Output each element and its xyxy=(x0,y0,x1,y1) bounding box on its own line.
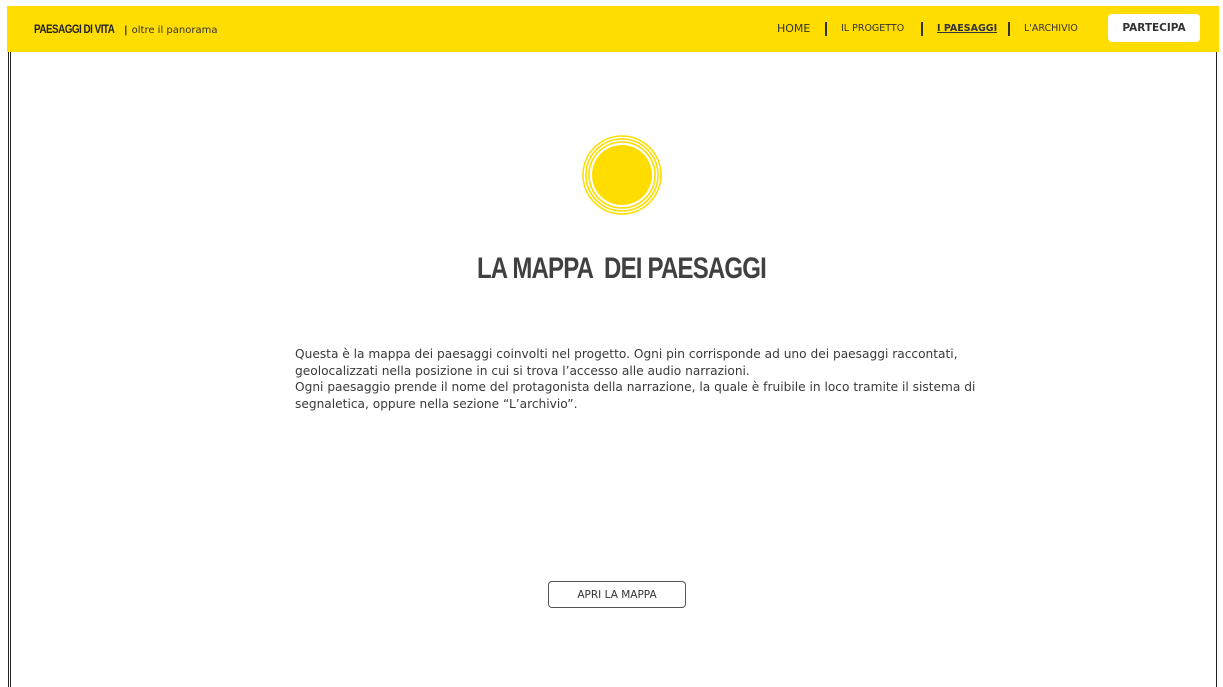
partecipa-button[interactable]: PARTECIPA xyxy=(1108,14,1200,42)
nav-divider xyxy=(1008,22,1010,36)
nav-item-archivio[interactable]: L'ARCHIVIO xyxy=(1024,20,1078,38)
intro-paragraph: Ogni paesaggio prende il nome del protag… xyxy=(295,380,976,411)
nav-divider xyxy=(921,22,923,36)
open-map-button[interactable]: APRI LA MAPPA xyxy=(548,581,686,608)
sun-icon xyxy=(582,135,662,215)
left-border xyxy=(8,52,9,687)
main-nav: HOME IL PROGETTO I PAESAGGI L'ARCHIVIO xyxy=(7,20,1219,38)
right-border xyxy=(1216,52,1217,687)
nav-item-i-paesaggi[interactable]: I PAESAGGI xyxy=(937,20,997,38)
nav-item-il-progetto[interactable]: IL PROGETTO xyxy=(841,20,904,38)
top-navbar: PAESAGGI DI VITA | oltre il panorama HOM… xyxy=(7,6,1219,52)
intro-paragraph: Questa è la mappa dei paesaggi coinvolti… xyxy=(295,347,958,378)
intro-text: Questa è la mappa dei paesaggi coinvolti… xyxy=(295,346,995,412)
nav-item-home[interactable]: HOME xyxy=(777,20,810,38)
page-title: LA MAPPA DEI PAESAGGI xyxy=(476,252,767,285)
nav-divider xyxy=(825,22,827,36)
left-border-inner xyxy=(10,52,11,687)
page: PAESAGGI DI VITA | oltre il panorama HOM… xyxy=(0,0,1223,687)
